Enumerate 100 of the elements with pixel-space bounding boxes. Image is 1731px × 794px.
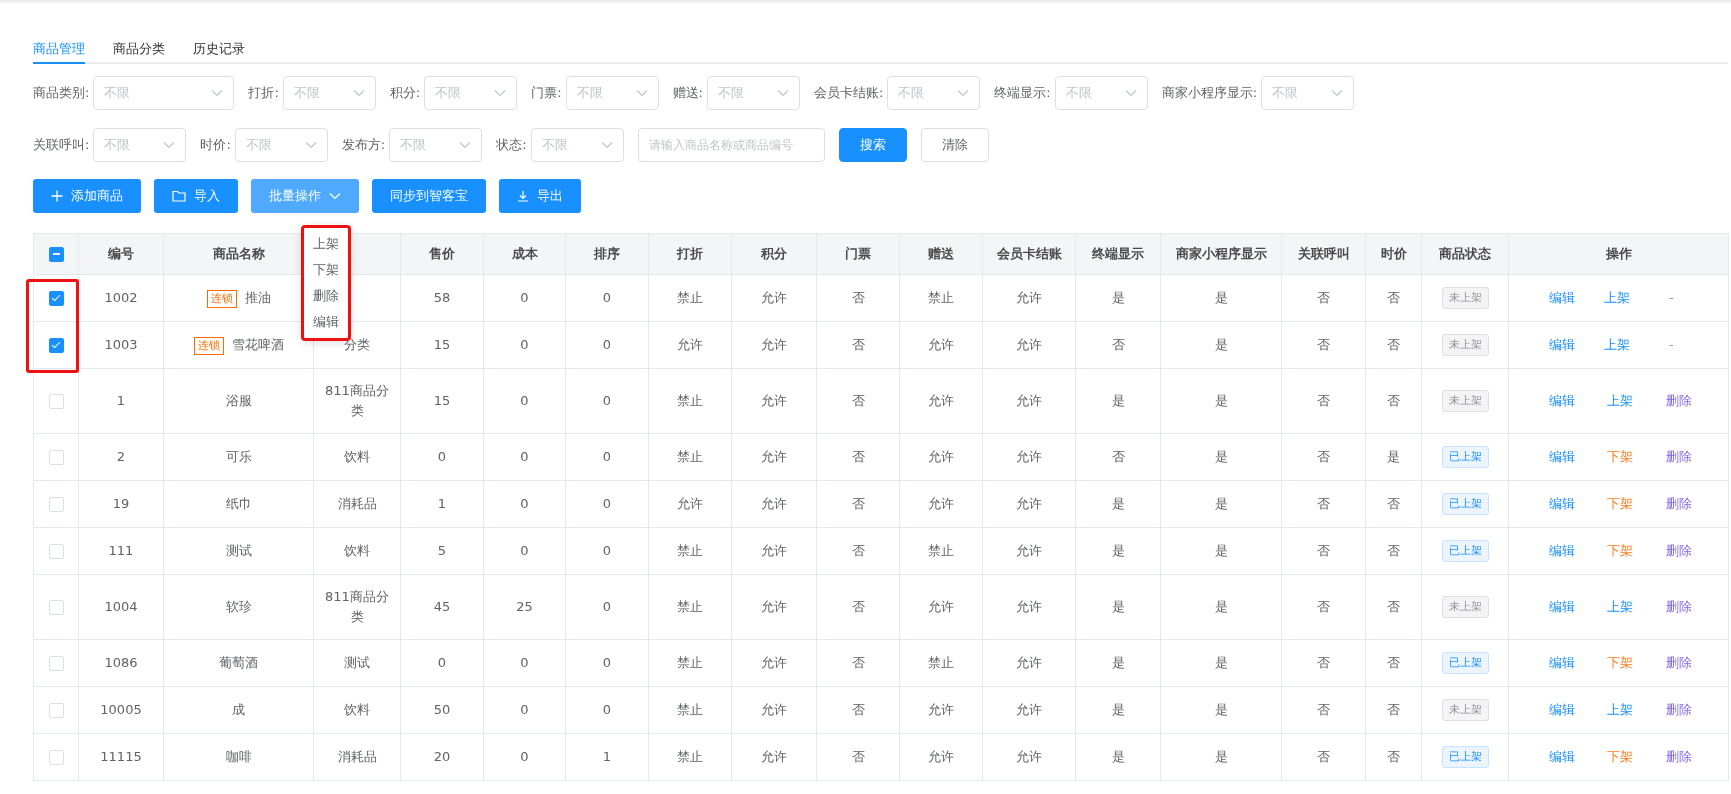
- clear-button[interactable]: 清除: [920, 128, 989, 162]
- select-field[interactable]: 不限: [424, 76, 518, 110]
- delete-link[interactable]: 删除: [1665, 391, 1724, 411]
- table-cell: 0: [602, 449, 612, 464]
- table-cell: 是: [1111, 655, 1125, 670]
- table-cell: 允许: [928, 449, 954, 464]
- table-cell: 0: [602, 655, 612, 670]
- tab[interactable]: 历史记录: [193, 36, 245, 62]
- toolbar-button[interactable]: 导出: [499, 179, 581, 213]
- edit-link[interactable]: 编辑: [1549, 747, 1608, 767]
- edit-link[interactable]: 编辑: [1549, 447, 1608, 467]
- edit-link[interactable]: 编辑: [1549, 700, 1608, 720]
- table-cell-text: 811商品分类: [325, 588, 389, 626]
- chevron-down-icon: [459, 141, 472, 149]
- table-cell: 0: [437, 655, 447, 670]
- table-cell: 1: [116, 393, 126, 408]
- checkbox[interactable]: [48, 247, 64, 262]
- status-badge: 未上架: [1441, 596, 1489, 618]
- table-cell: 允许: [1016, 449, 1042, 464]
- column-header: 商品状态: [1439, 246, 1491, 261]
- select-field[interactable]: 不限: [530, 128, 624, 162]
- table-cell: 允许: [928, 749, 954, 764]
- delist-link[interactable]: 下架: [1607, 494, 1666, 514]
- table-cell: 允许: [1016, 290, 1042, 305]
- toolbar-button[interactable]: 添加商品: [33, 179, 141, 213]
- delete-link[interactable]: 删除: [1665, 597, 1724, 617]
- table-cell: 否: [1317, 749, 1330, 764]
- select-field[interactable]: 不限: [389, 128, 483, 162]
- table-cell: 0: [520, 655, 529, 670]
- product-name: 葡萄酒: [219, 655, 258, 670]
- delist-link[interactable]: 下架: [1607, 653, 1666, 673]
- column-header: 积分: [761, 246, 787, 261]
- table-cell: 否: [851, 702, 865, 717]
- delist-link[interactable]: 下架: [1607, 541, 1666, 561]
- delete-link[interactable]: 删除: [1665, 494, 1724, 514]
- menu-item[interactable]: 下架: [309, 257, 343, 283]
- delete-link[interactable]: 删除: [1665, 700, 1724, 720]
- table-cell: 禁止: [677, 449, 703, 464]
- select-field[interactable]: 不限: [282, 76, 376, 110]
- toolbar-button[interactable]: 导入: [154, 179, 238, 213]
- select-field[interactable]: 不限: [1054, 76, 1148, 110]
- table-cell: 5: [437, 543, 447, 558]
- chevron-down-icon: [776, 89, 789, 97]
- select-field[interactable]: 不限: [1261, 76, 1355, 110]
- edit-link[interactable]: 编辑: [1549, 597, 1608, 617]
- table-cell: 禁止: [928, 655, 954, 670]
- table-cell: 否: [1387, 337, 1400, 352]
- table-cell: 0: [520, 543, 529, 558]
- toolbar-button[interactable]: 批量操作: [251, 179, 359, 213]
- select-field[interactable]: 不限: [93, 128, 187, 162]
- table-cell: 否: [851, 543, 865, 558]
- filter-label: 状态:: [496, 136, 527, 154]
- column-header: 关联呼叫: [1297, 246, 1350, 261]
- delete-link[interactable]: 删除: [1665, 747, 1724, 767]
- placeholder-dash: -: [1668, 289, 1675, 307]
- delist-link[interactable]: 下架: [1607, 447, 1666, 467]
- table-cell: 允许: [928, 599, 954, 614]
- delete-link[interactable]: 删除: [1665, 447, 1724, 467]
- edit-link[interactable]: 编辑: [1549, 494, 1608, 514]
- list-link[interactable]: 上架: [1604, 288, 1659, 308]
- toolbar-button[interactable]: 同步到智客宝: [372, 179, 486, 213]
- select-field[interactable]: 不限: [706, 76, 800, 110]
- table-cell: 是: [1111, 496, 1125, 511]
- table-cell: 是: [1387, 449, 1400, 464]
- delete-link[interactable]: 删除: [1665, 653, 1724, 673]
- chevron-down-icon: [304, 141, 317, 149]
- edit-link[interactable]: 编辑: [1549, 288, 1604, 308]
- edit-link[interactable]: 编辑: [1549, 653, 1608, 673]
- list-link[interactable]: 上架: [1607, 391, 1666, 411]
- table-cell: 1: [437, 496, 447, 511]
- list-link[interactable]: 上架: [1607, 597, 1666, 617]
- delete-link[interactable]: 删除: [1665, 541, 1724, 561]
- select-field[interactable]: 不限: [565, 76, 659, 110]
- list-link[interactable]: 上架: [1604, 335, 1659, 355]
- delist-link[interactable]: 下架: [1607, 747, 1666, 767]
- table-cell: 允许: [677, 337, 703, 352]
- edit-link[interactable]: 编辑: [1549, 541, 1608, 561]
- table-cell: 是: [1214, 290, 1228, 305]
- list-link[interactable]: 上架: [1607, 700, 1666, 720]
- select-field[interactable]: 不限: [887, 76, 981, 110]
- table-cell: 是: [1111, 599, 1125, 614]
- tab[interactable]: 商品分类: [113, 36, 165, 62]
- table-cell: 禁止: [677, 702, 703, 717]
- checkbox[interactable]: [48, 291, 64, 306]
- table-cell: 20: [433, 749, 451, 764]
- search-button[interactable]: 搜索: [838, 128, 907, 162]
- edit-link[interactable]: 编辑: [1549, 335, 1604, 355]
- status-badge: 未上架: [1441, 334, 1489, 356]
- table-cell: 1004: [104, 599, 138, 614]
- table-cell: 是: [1214, 655, 1228, 670]
- select-field[interactable]: 不限: [93, 76, 235, 110]
- checkbox[interactable]: [48, 338, 64, 353]
- tab[interactable]: 商品管理: [33, 36, 85, 64]
- menu-item[interactable]: 上架: [309, 231, 343, 257]
- chevron-down-icon: [1331, 89, 1344, 97]
- download-icon: [517, 190, 529, 202]
- edit-link[interactable]: 编辑: [1549, 391, 1608, 411]
- menu-item[interactable]: 删除: [309, 283, 343, 309]
- select-field[interactable]: 不限: [234, 128, 328, 162]
- menu-item[interactable]: 编辑: [309, 309, 343, 335]
